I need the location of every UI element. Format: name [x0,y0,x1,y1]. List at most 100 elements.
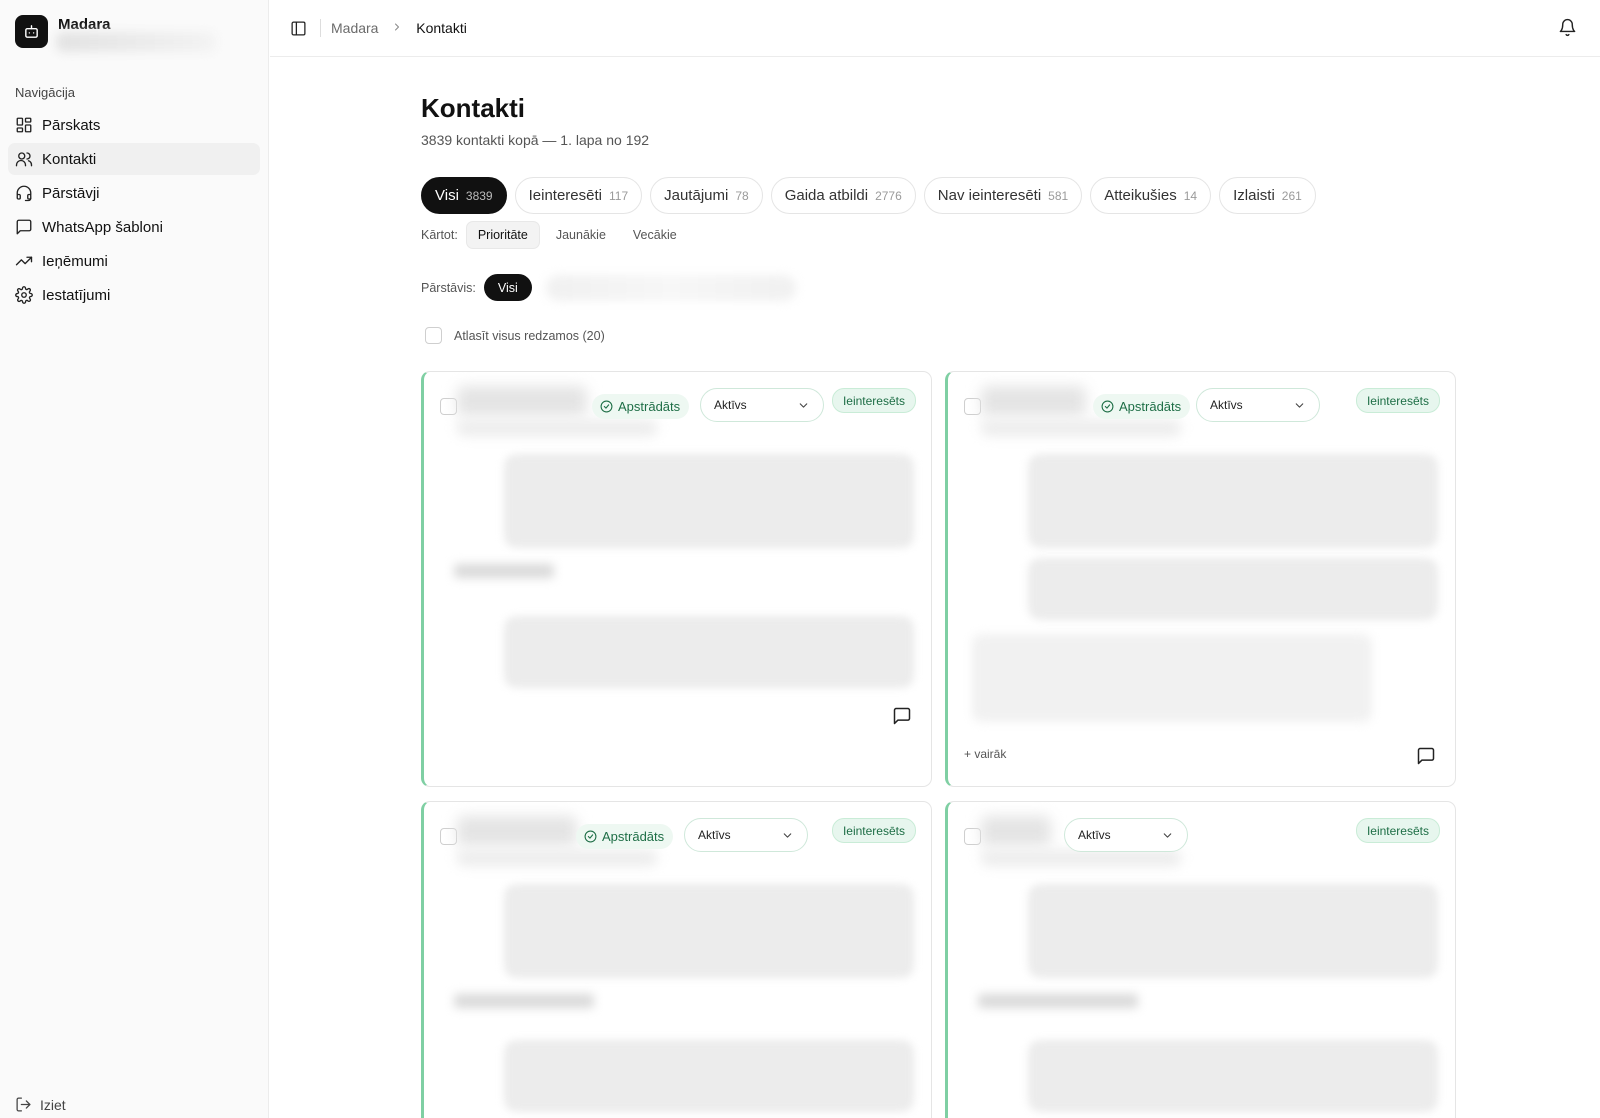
chevron-down-icon [1295,402,1304,408]
headset-icon [16,185,32,202]
tab-count: 14 [1183,188,1198,203]
contact-checkbox[interactable] [440,828,457,845]
sidebar-item-parskats[interactable]: Pārskats [8,109,260,141]
representative-options-redacted [545,274,796,301]
chevron-down-icon [783,832,792,838]
chevron-down-icon [1163,832,1172,838]
status-value: Aktīvs [698,828,731,842]
tab-label: Atteikušies [1104,187,1177,204]
open-chat-button[interactable] [1416,746,1436,766]
contact-card: Apstrādāts Aktīvs Ieinteresēts + vairāk [945,371,1456,787]
status-select[interactable]: Aktīvs [700,388,824,422]
tab-gaida-atbildi[interactable]: Gaida atbildi 2776 [770,177,916,214]
tab-label: Ieinteresēti [528,187,602,204]
message-bubble-redacted [504,616,914,688]
sidebar-item-parstavji[interactable]: Pārstāvji [8,177,260,209]
brand-subtitle-redacted [56,32,216,52]
tab-count: 3839 [465,188,493,203]
status-select[interactable]: Aktīvs [684,818,808,852]
sidebar-toggle-button[interactable] [288,18,308,38]
sidebar-item-label: Iestatījumi [42,286,111,304]
message-text-redacted [454,564,554,578]
processed-label: Apstrādāts [1119,399,1182,414]
tab-label: Visi [435,187,459,204]
status-select[interactable]: Aktīvs [1064,818,1188,852]
tab-count: 581 [1048,188,1069,203]
sort-label: Kārtot: [421,228,458,242]
contact-name-redacted [457,386,587,416]
processed-button[interactable]: Apstrādāts [1093,394,1191,419]
processed-label: Apstrādāts [602,829,665,844]
check-circle-icon [1101,400,1114,413]
contact-card: Aktīvs Ieinteresēts [945,801,1456,1118]
contact-phone-redacted [457,850,657,866]
logout-label: Iziet [40,1096,66,1113]
status-badge: Ieinteresēts [831,818,916,843]
contact-name-redacted [457,816,577,846]
sort-option-prioritate[interactable]: Prioritāte [465,221,540,249]
breadcrumb-current: Kontakti [416,20,467,36]
breadcrumb: Madara Kontakti [331,20,467,36]
message-text-redacted [454,994,594,1008]
gear-icon [15,286,33,304]
message-text-redacted [978,994,1138,1008]
contact-name-redacted [981,386,1086,416]
tab-count: 78 [735,188,749,203]
status-badge: Ieinteresēts [1355,388,1440,413]
message-bubble-redacted [1028,1040,1438,1112]
contact-checkbox[interactable] [440,398,457,415]
processed-button[interactable]: Apstrādāts [576,824,674,849]
status-value: Aktīvs [714,398,747,412]
message-bubble-redacted [1028,558,1438,620]
breadcrumb-home-link[interactable]: Madara [331,20,378,36]
divider [320,19,321,37]
contact-name-redacted [981,816,1051,846]
contact-checkbox[interactable] [964,828,981,845]
sidebar-item-iestatijumi[interactable]: Iestatījumi [8,279,260,311]
check-circle-icon [600,400,613,413]
chevron-down-icon [799,402,808,408]
sidebar-item-kontakti[interactable]: Kontakti [8,143,260,175]
contact-checkbox[interactable] [964,398,981,415]
tab-atteikusies[interactable]: Atteikušies 14 [1090,177,1212,214]
contact-phone-redacted [981,420,1181,436]
message-bubble-redacted [1028,454,1438,548]
incoming-message-redacted [972,634,1372,722]
page-title: Kontakti [421,93,525,123]
select-all-checkbox[interactable] [425,327,442,344]
message-bubble-redacted [1028,884,1438,978]
sort-option-jaunakie[interactable]: Jaunākie [545,221,617,249]
topbar: Madara Kontakti [270,0,1600,57]
processed-button[interactable]: Apstrādāts [592,394,690,419]
status-badge: Ieinteresēts [1355,818,1440,843]
sidebar-item-ienemumi[interactable]: Ieņēmumi [8,245,260,277]
nav-section-title: Navigācija [15,85,75,100]
message-square-icon [893,707,911,725]
bell-icon [1559,18,1576,37]
contact-phone-redacted [457,420,657,436]
tab-izlaisti[interactable]: Izlaisti 261 [1219,177,1316,214]
tab-count: 2776 [875,188,902,203]
tab-count: 261 [1281,188,1302,203]
select-all[interactable]: Atlasīt visus redzamos (20) [425,327,605,344]
select-all-label: Atlasīt visus redzamos (20) [454,328,605,343]
message-bubble-redacted [504,1040,914,1112]
logout-button[interactable]: Iziet [15,1096,66,1113]
status-select[interactable]: Aktīvs [1196,388,1320,422]
tab-nav-ieinteresati[interactable]: Nav ieinteresēti 581 [923,177,1083,214]
tab-ieinteresati[interactable]: Ieinteresēti 117 [514,177,643,214]
sidebar-item-whatsapp-sabloni[interactable]: WhatsApp šabloni [8,211,260,243]
filter-tabs: Visi 3839 Ieinteresēti 117 Jautājumi 78 Gai… [421,177,1316,214]
status-value: Aktīvs [1210,398,1243,412]
message-square-icon [16,219,32,235]
tab-jautajumi[interactable]: Jautājumi 78 [650,177,763,214]
representative-option-visi[interactable]: Visi [483,274,532,301]
sort-controls: Kārtot: Prioritāte Jaunākie Vecākie [421,221,693,249]
open-chat-button[interactable] [892,706,912,726]
tab-count: 117 [608,188,629,203]
show-more-link[interactable]: + vairāk [964,747,1006,761]
notifications-button[interactable] [1558,18,1577,37]
tab-visi[interactable]: Visi 3839 [421,177,507,214]
sort-option-vecakie[interactable]: Vecākie [622,221,688,249]
sidebar-item-label: Ieņēmumi [42,252,108,270]
